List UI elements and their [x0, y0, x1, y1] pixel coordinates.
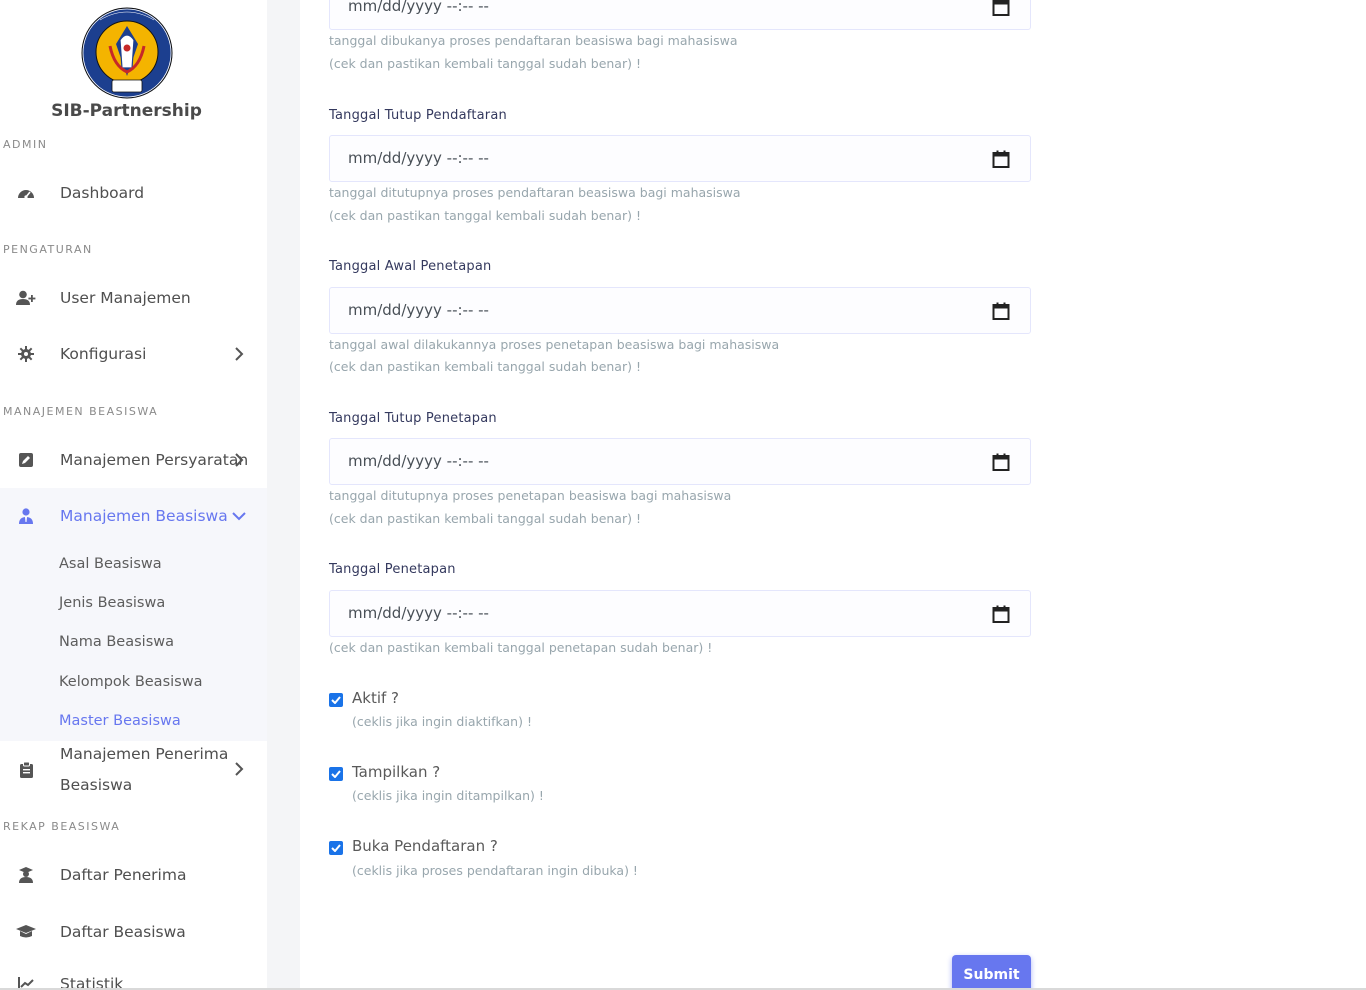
tampilkan-label[interactable]: Tampilkan ? [352, 763, 440, 781]
submenu-jenis-beasiswa[interactable]: Jenis Beasiswa [59, 595, 165, 611]
date-placeholder: mm/dd/yyyy --:-- -- [348, 301, 489, 319]
section-rekap-beasiswa: REKAP BEASISWA [3, 820, 121, 833]
clipboard-icon [16, 760, 36, 780]
date-placeholder: mm/dd/yyyy --:-- -- [348, 149, 489, 167]
buka-pendaftaran-label[interactable]: Buka Pendaftaran ? [352, 837, 498, 855]
tanggal-buka-help-check: (cek dan pastikan kembali tanggal sudah … [329, 56, 641, 71]
sidebar-item-label: Daftar Penerima [60, 866, 187, 884]
tanggal-awal-penetapan-label: Tanggal Awal Penetapan [329, 259, 492, 274]
main-form-card: mm/dd/yyyy --:-- -- tanggal dibukanya pr… [300, 0, 1366, 990]
sidebar-item-manajemen-penerima[interactable]: Manajemen Penerima Beasiswa [0, 741, 267, 799]
sidebar-item-statistik[interactable]: Statistik [0, 964, 267, 990]
sidebar-item-label-group: Manajemen Penerima Beasiswa [60, 739, 228, 801]
calendar-icon[interactable] [992, 453, 1010, 471]
sidebar: SIB-Partnership ADMIN Dashboard PENGATUR… [0, 0, 267, 990]
sidebar-item-daftar-penerima[interactable]: Daftar Penerima [0, 855, 267, 895]
chevron-down-icon [232, 509, 246, 523]
buka-pendaftaran-checkbox[interactable] [329, 841, 343, 855]
tanggal-awal-penetapan-input[interactable]: mm/dd/yyyy --:-- -- [329, 287, 1031, 334]
calendar-icon[interactable] [992, 605, 1010, 623]
tanggal-tutup-penetapan-help-check: (cek dan pastikan kembali tanggal sudah … [329, 511, 641, 526]
sidebar-item-manajemen-persyaratan[interactable]: Manajemen Persyaratan [0, 440, 267, 480]
sidebar-item-label: Daftar Beasiswa [60, 923, 186, 941]
unp-logo [80, 6, 174, 100]
calendar-icon[interactable] [992, 0, 1010, 16]
checkmark-icon [331, 844, 341, 852]
aktif-checkbox[interactable] [329, 693, 343, 707]
submenu-asal-beasiswa[interactable]: Asal Beasiswa [59, 556, 162, 572]
sidebar-item-daftar-beasiswa[interactable]: Daftar Beasiswa [0, 912, 267, 952]
tanggal-penetapan-input[interactable]: mm/dd/yyyy --:-- -- [329, 590, 1031, 637]
sidebar-item-konfigurasi[interactable]: Konfigurasi [0, 334, 267, 374]
sidebar-item-dashboard[interactable]: Dashboard [0, 173, 267, 213]
brand-name: SIB-Partnership [51, 101, 202, 121]
tanggal-penetapan-help: (cek dan pastikan kembali tanggal peneta… [329, 640, 713, 655]
user-plus-icon [16, 288, 36, 308]
chevron-right-icon [232, 762, 246, 776]
tampilkan-checkbox[interactable] [329, 767, 343, 781]
sidebar-item-label: Dashboard [60, 184, 145, 202]
tanggal-tutup-penetapan-label: Tanggal Tutup Penetapan [329, 411, 497, 426]
sidebar-item-label: Manajemen Persyaratan [60, 451, 249, 469]
sidebar-item-manajemen-beasiswa[interactable]: Manajemen Beasiswa [0, 496, 267, 536]
submit-button[interactable]: Submit [952, 955, 1031, 990]
checkmark-icon [331, 770, 341, 778]
tanggal-tutup-penetapan-help: tanggal ditutupnya proses penetapan beas… [329, 488, 732, 503]
tanggal-tutup-pendaftaran-help-check: (cek dan pastikan tanggal kembali sudah … [329, 208, 641, 223]
graduation-cap-icon [16, 922, 36, 942]
calendar-icon[interactable] [992, 302, 1010, 320]
sidebar-item-label-line1: Manajemen Penerima [60, 745, 229, 763]
tanggal-awal-penetapan-help: tanggal awal dilakukannya proses penetap… [329, 337, 780, 352]
user-tie-icon [16, 506, 36, 526]
tanggal-tutup-penetapan-input[interactable]: mm/dd/yyyy --:-- -- [329, 438, 1031, 485]
date-placeholder: mm/dd/yyyy --:-- -- [348, 604, 489, 622]
tampilkan-help: (ceklis jika ingin ditampilkan) ! [352, 788, 544, 803]
gear-icon [16, 344, 36, 364]
sidebar-item-label-line2: Beasiswa [60, 776, 133, 794]
aktif-help: (ceklis jika ingin diaktifkan) ! [352, 714, 532, 729]
gauge-icon [16, 183, 36, 203]
chevron-right-icon [232, 453, 246, 467]
section-admin: ADMIN [3, 138, 48, 151]
graduate-icon [16, 865, 36, 885]
tanggal-tutup-pendaftaran-label: Tanggal Tutup Pendaftaran [329, 108, 507, 123]
date-placeholder: mm/dd/yyyy --:-- -- [348, 0, 489, 15]
submenu-master-beasiswa[interactable]: Master Beasiswa [59, 713, 181, 729]
submenu-kelompok-beasiswa[interactable]: Kelompok Beasiswa [59, 674, 202, 690]
sidebar-item-label: User Manajemen [60, 289, 191, 307]
edit-icon [16, 450, 36, 470]
checkmark-icon [331, 696, 341, 704]
tanggal-buka-help: tanggal dibukanya proses pendaftaran bea… [329, 33, 738, 48]
tanggal-tutup-pendaftaran-help: tanggal ditutupnya proses pendaftaran be… [329, 185, 741, 200]
sidebar-item-user-manajemen[interactable]: User Manajemen [0, 278, 267, 318]
submenu-nama-beasiswa[interactable]: Nama Beasiswa [59, 634, 174, 650]
aktif-label[interactable]: Aktif ? [352, 689, 399, 707]
tanggal-awal-penetapan-help-check: (cek dan pastikan kembali tanggal sudah … [329, 359, 641, 374]
tanggal-penetapan-label: Tanggal Penetapan [329, 562, 456, 577]
calendar-icon[interactable] [992, 150, 1010, 168]
section-manajemen-beasiswa: MANAJEMEN BEASISWA [3, 405, 159, 418]
date-placeholder: mm/dd/yyyy --:-- -- [348, 452, 489, 470]
sidebar-item-label: Konfigurasi [60, 345, 147, 363]
buka-pendaftaran-help: (ceklis jika proses pendaftaran ingin di… [352, 863, 638, 878]
tanggal-tutup-pendaftaran-input[interactable]: mm/dd/yyyy --:-- -- [329, 135, 1031, 182]
section-pengaturan: PENGATURAN [3, 243, 93, 256]
sidebar-item-label: Manajemen Beasiswa [60, 507, 228, 525]
chevron-right-icon [232, 347, 246, 361]
tanggal-buka-input[interactable]: mm/dd/yyyy --:-- -- [329, 0, 1031, 30]
